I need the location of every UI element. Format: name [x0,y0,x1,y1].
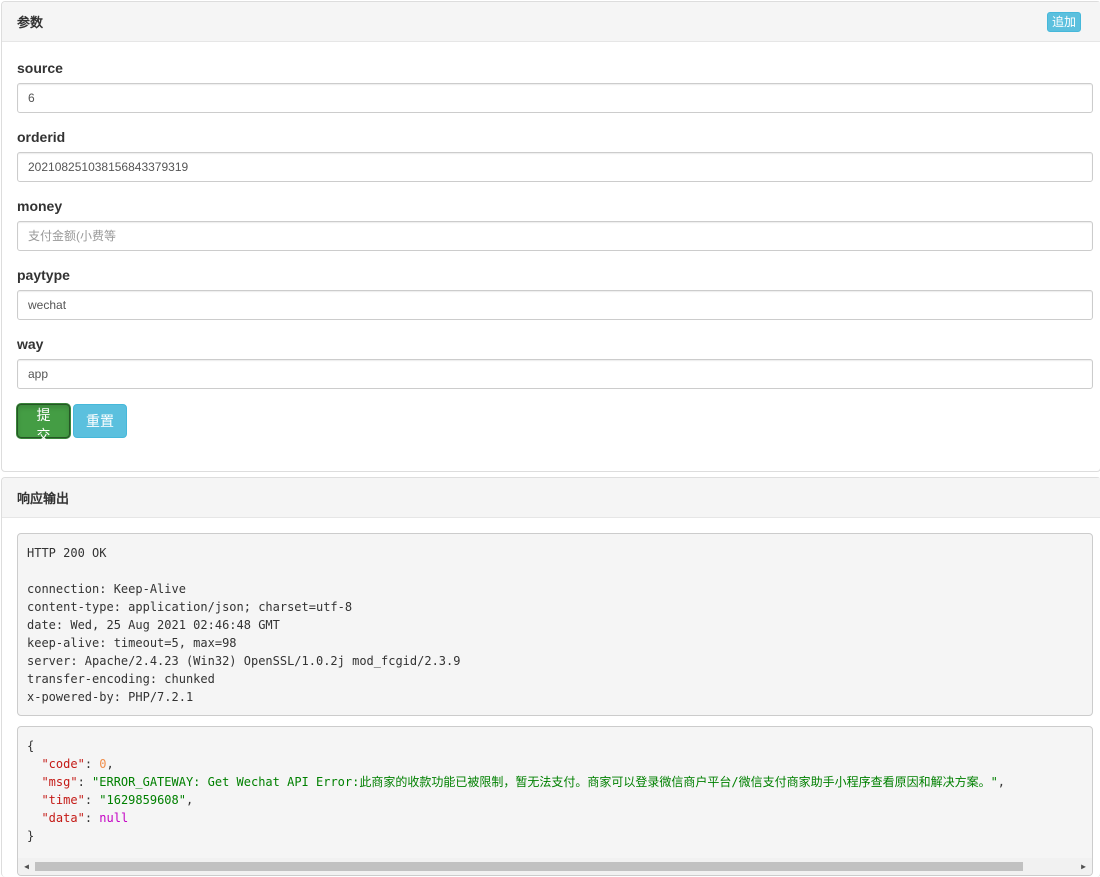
json-value-code: 0 [99,757,107,771]
field-way: way [17,336,1093,389]
field-label: money [17,198,63,214]
json-value-msg: "ERROR_GATEWAY: Get Wechat API Error:此商家… [92,775,998,789]
output-body: HTTP 200 OK connection: Keep-Alive conte… [2,518,1100,876]
way-input[interactable] [17,359,1093,389]
json-value-data: null [99,811,129,825]
scroll-track[interactable] [35,858,1075,875]
json-key-code: "code" [41,757,85,771]
response-headers: HTTP 200 OK connection: Keep-Alive conte… [17,533,1093,716]
add-param-button[interactable]: 追加 [1046,11,1081,32]
json-content: { "code": 0, "msg": "ERROR_GATEWAY: Get … [27,739,1006,843]
scroll-thumb[interactable] [35,862,1023,871]
money-input[interactable] [17,221,1093,251]
horizontal-scrollbar[interactable]: ◀ ▶ [18,858,1092,875]
params-panel-header: 参数 追加 [2,2,1100,42]
json-key-time: "time" [41,793,85,807]
json-key-data: "data" [41,811,85,825]
source-input[interactable] [17,83,1093,113]
field-orderid: orderid [17,129,1093,182]
json-key-msg: "msg" [41,775,78,789]
field-label: paytype [17,267,70,283]
reset-button[interactable]: 重置 [73,404,127,438]
params-form: source orderid money paytype way 提交 重置 [2,60,1100,444]
scroll-left-icon[interactable]: ◀ [18,858,35,875]
json-open-brace: { [27,739,35,753]
output-panel-header: 响应输出 [2,478,1100,518]
response-json[interactable]: { "code": 0, "msg": "ERROR_GATEWAY: Get … [17,726,1093,876]
field-label: way [17,336,44,352]
json-value-time: "1629859608" [99,793,186,807]
form-actions: 提交 重置 [17,404,1092,444]
params-panel-title: 参数 [17,16,44,31]
field-paytype: paytype [17,267,1093,320]
scroll-right-icon[interactable]: ▶ [1075,858,1092,875]
paytype-input[interactable] [17,290,1093,320]
field-label: orderid [17,129,66,145]
field-money: money [17,198,1093,251]
json-close-brace: } [27,829,35,843]
field-label: source [17,60,63,76]
submit-button[interactable]: 提交 [17,404,70,444]
output-panel-title: 响应输出 [17,492,70,507]
field-source: source [17,60,1093,113]
output-panel: 响应输出 HTTP 200 OK connection: Keep-Alive … [1,477,1100,877]
orderid-input[interactable] [17,152,1093,182]
params-panel: 参数 追加 source orderid money paytype way 提… [1,1,1100,472]
